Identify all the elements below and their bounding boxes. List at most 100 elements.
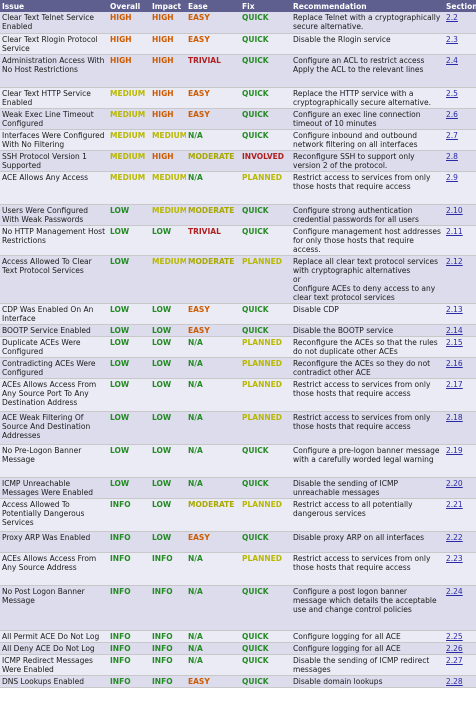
section-link[interactable]: 2.19 [446,446,463,455]
section-link[interactable]: 2.22 [446,533,463,542]
fix-rating: QUICK [240,303,291,325]
fix-rating: INVOLVED [240,150,291,172]
recommendation-line: Disable the BOOTP service [293,325,394,335]
recommendation-cell: Disable domain lookups [291,675,444,688]
section-link[interactable]: 2.28 [446,677,463,686]
section-link[interactable]: 2.8 [446,152,458,161]
overall-rating: LOW [108,477,150,499]
table-row: CDP Was Enabled On An Interface LOW LOW EAS… [0,303,476,325]
recommendation-line: Configure logging for all ACE [293,643,401,653]
impact-rating: LOW [150,498,186,532]
table-row: Weak Exec Line Timeout Configured MEDIUM H… [0,108,476,130]
section-link[interactable]: 2.5 [446,89,458,98]
section-cell: 2.26 [444,642,476,655]
issue-cell: ICMP Unreachable Messages Were Enabled [0,477,108,499]
issue-cell: Contradicting ACEs Were Configured [0,357,108,379]
recommendation-cell: Replace all clear text protocol services… [291,255,444,304]
table-row: Access Allowed To Potentially Dangerous … [0,498,476,532]
section-link[interactable]: 2.2 [446,13,458,22]
section-link[interactable]: 2.4 [446,56,458,65]
section-cell: 2.23 [444,552,476,586]
column-header-fix: Fix [240,0,291,12]
section-link[interactable]: 2.27 [446,656,463,665]
overall-rating: LOW [108,444,150,478]
recommendation-line: Configure ACEs to deny access to any cle… [293,283,436,302]
ease-rating: EASY [186,531,240,553]
ease-rating: EASY [186,303,240,325]
section-cell: 2.7 [444,129,476,151]
section-cell: 2.24 [444,585,476,631]
section-link[interactable]: 2.21 [446,500,463,509]
ease-rating: EASY [186,675,240,688]
section-link[interactable]: 2.9 [446,173,458,182]
section-link[interactable]: 2.16 [446,359,463,368]
section-link[interactable]: 2.20 [446,479,463,488]
overall-rating: LOW [108,357,150,379]
table-row: No Post Logon Banner Message INFO INFO N/A Q… [0,585,476,631]
issue-cell: Interfaces Were Configured With No Filte… [0,129,108,151]
recommendation-line: Disable domain lookups [293,676,383,686]
recommendation-line: Configure an exec line connection timeou… [293,109,421,128]
fix-rating: QUICK [240,444,291,478]
table-row: Access Allowed To Clear Text Protocol Se… [0,255,476,304]
section-link[interactable]: 2.7 [446,131,458,140]
impact-rating: LOW [150,324,186,337]
issue-cell: Proxy ARP Was Enabled [0,531,108,553]
recommendation-line: Apply the ACL to the relevant lines [293,64,424,74]
impact-rating: LOW [150,477,186,499]
section-link[interactable]: 2.14 [446,326,463,335]
issue-cell: Access Allowed To Potentially Dangerous … [0,498,108,532]
fix-rating: PLANNED [240,498,291,532]
section-link[interactable]: 2.26 [446,644,463,653]
recommendation-line: Configure inbound and outbound network f… [293,130,418,149]
impact-rating: LOW [150,378,186,412]
section-link[interactable]: 2.11 [446,227,463,236]
impact-rating: LOW [150,531,186,553]
ease-rating: N/A [186,171,240,205]
impact-rating: INFO [150,642,186,655]
section-link[interactable]: 2.25 [446,632,463,641]
section-link[interactable]: 2.12 [446,257,463,266]
section-cell: 2.9 [444,171,476,205]
section-link[interactable]: 2.18 [446,413,463,422]
section-link[interactable]: 2.13 [446,305,463,314]
recommendation-cell: Disable the BOOTP service [291,324,444,337]
issue-cell: Clear Text HTTP Service Enabled [0,87,108,109]
impact-rating: HIGH [150,150,186,172]
section-cell: 2.20 [444,477,476,499]
section-cell: 2.4 [444,54,476,88]
overall-rating: MEDIUM [108,171,150,205]
overall-rating: INFO [108,498,150,532]
section-link[interactable]: 2.10 [446,206,463,215]
section-link[interactable]: 2.23 [446,554,463,563]
impact-rating: MEDIUM [150,171,186,205]
issue-cell: ACEs Allows Access From Any Source Addre… [0,552,108,586]
recommendation-line: Disable the sending of ICMP redirect mes… [293,655,430,674]
fix-rating: QUICK [240,585,291,631]
section-cell: 2.8 [444,150,476,172]
recommendation-line: Restrict access to services from only th… [293,553,431,572]
section-link[interactable]: 2.15 [446,338,463,347]
overall-rating: HIGH [108,33,150,55]
impact-rating: LOW [150,357,186,379]
section-cell: 2.13 [444,303,476,325]
overall-rating: INFO [108,630,150,643]
section-link[interactable]: 2.17 [446,380,463,389]
recommendation-cell: Configure inbound and outbound network f… [291,129,444,151]
overall-rating: INFO [108,585,150,631]
ease-rating: EASY [186,324,240,337]
impact-rating: HIGH [150,12,186,34]
recommendation-line: or [293,274,301,284]
section-link[interactable]: 2.3 [446,35,458,44]
recommendation-line: Replace all clear text protocol services… [293,256,439,275]
overall-rating: MEDIUM [108,108,150,130]
recommendation-cell: Reconfigure the ACEs so they do not cont… [291,357,444,379]
section-cell: 2.11 [444,225,476,256]
ease-rating: N/A [186,552,240,586]
section-link[interactable]: 2.6 [446,110,458,119]
ease-rating: N/A [186,642,240,655]
section-link[interactable]: 2.24 [446,587,463,596]
impact-rating: LOW [150,225,186,256]
issue-cell: ACEs Allows Access From Any Source Port … [0,378,108,412]
impact-rating: LOW [150,303,186,325]
